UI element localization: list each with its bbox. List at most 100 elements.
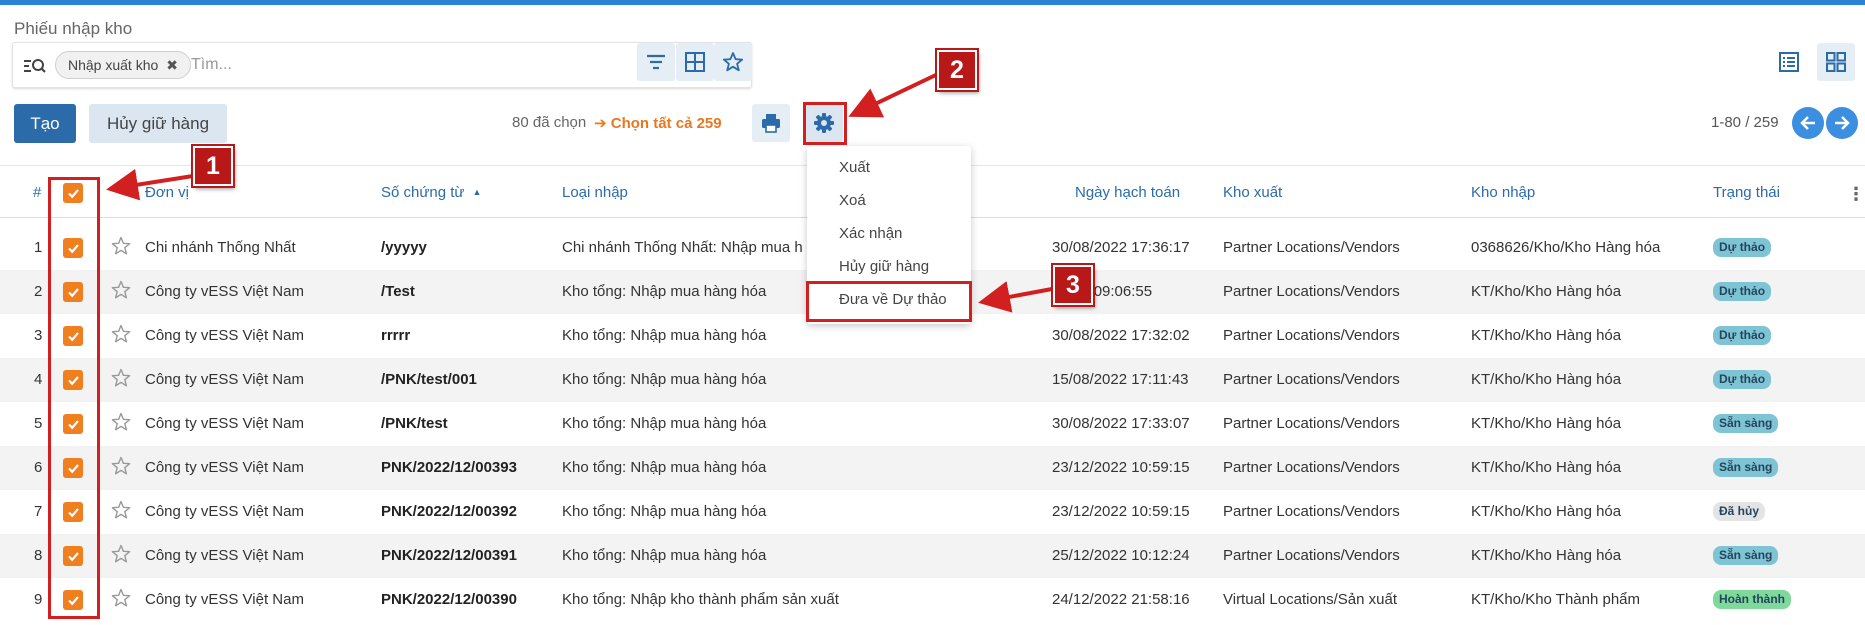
favorite-star-icon[interactable] bbox=[111, 236, 131, 256]
select-all-link[interactable]: ➔ Chọn tất cả 259 bbox=[594, 114, 722, 132]
row-source-warehouse: Partner Locations/Vendors bbox=[1223, 415, 1400, 432]
facet-remove-icon[interactable]: ✖ bbox=[166, 57, 178, 73]
row-import-type: Kho tổng: Nhập mua hàng hóa bbox=[562, 503, 767, 520]
menu-item-cancel-hold[interactable]: Hủy giữ hàng bbox=[839, 258, 929, 275]
row-index: 8 bbox=[34, 547, 43, 564]
status-badge: Dự thảo bbox=[1713, 282, 1772, 301]
row-source-warehouse: Virtual Locations/Sản xuất bbox=[1223, 591, 1398, 608]
list-view-icon bbox=[1779, 52, 1799, 72]
favorite-star-icon[interactable] bbox=[111, 588, 131, 608]
row-import-type: Kho tổng: Nhập mua hàng hóa bbox=[562, 327, 767, 344]
search-icon[interactable] bbox=[23, 56, 47, 76]
kanban-view-button[interactable] bbox=[1817, 43, 1855, 81]
pager-next-button[interactable] bbox=[1826, 107, 1858, 139]
status-badge: Đã hủy bbox=[1713, 502, 1766, 521]
column-doc-no[interactable]: Số chứng từ ▲ bbox=[381, 184, 481, 201]
row-doc-no: PNK/2022/12/00392 bbox=[381, 503, 517, 520]
list-view-button[interactable] bbox=[1770, 43, 1808, 81]
menu-item-delete[interactable]: Xoá bbox=[839, 192, 866, 209]
row-dest-warehouse: KT/Kho/Kho Hàng hóa bbox=[1471, 415, 1622, 432]
row-unit: Công ty vESS Việt Nam bbox=[145, 503, 304, 520]
status-badge: Sẵn sàng bbox=[1713, 458, 1779, 477]
row-unit: Công ty vESS Việt Nam bbox=[145, 371, 304, 388]
filter-button[interactable] bbox=[637, 43, 675, 81]
table-row[interactable]: 7 Công ty vESS Việt Nam PNK/2022/12/00392 K… bbox=[0, 490, 1865, 534]
row-unit: Công ty vESS Việt Nam bbox=[145, 283, 304, 300]
row-unit: Chi nhánh Thống Nhất bbox=[145, 239, 296, 256]
row-index: 2 bbox=[34, 283, 43, 300]
page-title: Phiếu nhập kho bbox=[14, 19, 133, 38]
table-row[interactable]: 5 Công ty vESS Việt Nam/PNK/test Kho tổng:… bbox=[0, 402, 1865, 446]
row-doc-no: /Test bbox=[381, 283, 415, 300]
table-row[interactable]: 9 Công ty vESS Việt Nam PNK/2022/12/00390 K… bbox=[0, 578, 1865, 622]
row-index: 1 bbox=[34, 239, 43, 256]
column-unit[interactable]: Đơn vị bbox=[145, 184, 189, 201]
cancel-hold-button[interactable]: Hủy giữ hàng bbox=[89, 104, 227, 143]
row-doc-no: /PNK/test bbox=[381, 415, 448, 432]
favorite-star-icon[interactable] bbox=[111, 500, 131, 520]
favorite-star-icon[interactable] bbox=[111, 456, 131, 476]
row-index: 6 bbox=[34, 459, 43, 476]
top-accent-bar bbox=[0, 0, 1865, 5]
search-facet[interactable]: Nhập xuất kho ✖ bbox=[55, 51, 192, 79]
row-unit: Công ty vESS Việt Nam bbox=[145, 591, 304, 608]
arrow-right-icon bbox=[1835, 116, 1850, 130]
table-row[interactable]: 4 Công ty vESS Việt Nam/PNK/test/001 Kho t… bbox=[0, 358, 1865, 402]
row-posting-date: 30/08/2022 17:33:07 bbox=[1052, 415, 1190, 432]
row-doc-no: PNK/2022/12/00393 bbox=[381, 459, 517, 476]
row-dest-warehouse: KT/Kho/Kho Hàng hóa bbox=[1471, 283, 1622, 300]
favorite-star-icon[interactable] bbox=[111, 368, 131, 388]
pager-previous-button[interactable] bbox=[1792, 107, 1824, 139]
favorite-star-icon[interactable] bbox=[111, 544, 131, 564]
column-import-type[interactable]: Loại nhập bbox=[562, 184, 628, 201]
row-source-warehouse: Partner Locations/Vendors bbox=[1223, 503, 1400, 520]
printer-icon bbox=[762, 114, 780, 133]
row-source-warehouse: Partner Locations/Vendors bbox=[1223, 371, 1400, 388]
row-dest-warehouse: KT/Kho/Kho Thành phẩm bbox=[1471, 591, 1640, 608]
group-by-button[interactable] bbox=[676, 43, 714, 81]
row-dest-warehouse: KT/Kho/Kho Hàng hóa bbox=[1471, 503, 1622, 520]
column-options-icon[interactable]: ⋮ bbox=[1847, 184, 1865, 205]
row-import-type: Kho tổng: Nhập mua hàng hóa bbox=[562, 371, 767, 388]
status-badge: Dự thảo bbox=[1713, 370, 1772, 389]
row-index: 7 bbox=[34, 503, 43, 520]
column-index: # bbox=[33, 184, 42, 201]
table-row[interactable]: 8 Công ty vESS Việt Nam PNK/2022/12/00391 K… bbox=[0, 534, 1865, 578]
menu-item-export[interactable]: Xuất bbox=[839, 159, 870, 176]
facet-label: Nhập xuất kho bbox=[68, 57, 159, 73]
row-posting-date: 15/08/2022 17:11:43 bbox=[1052, 371, 1189, 388]
column-dest-warehouse[interactable]: Kho nhập bbox=[1471, 184, 1535, 201]
row-index: 5 bbox=[34, 415, 43, 432]
row-dest-warehouse: KT/Kho/Kho Hàng hóa bbox=[1471, 547, 1622, 564]
filter-icon bbox=[647, 54, 665, 70]
row-index: 4 bbox=[34, 371, 43, 388]
column-source-warehouse[interactable]: Kho xuất bbox=[1223, 184, 1282, 201]
favorites-button[interactable] bbox=[714, 43, 752, 81]
favorite-star-icon[interactable] bbox=[111, 324, 131, 344]
row-posting-date: 30/08/2022 17:36:17 bbox=[1052, 239, 1190, 256]
column-posting-date[interactable]: Ngày hạch toán bbox=[1075, 184, 1180, 201]
row-unit: Công ty vESS Việt Nam bbox=[145, 459, 304, 476]
print-button[interactable] bbox=[752, 104, 790, 142]
row-source-warehouse: Partner Locations/Vendors bbox=[1223, 327, 1400, 344]
row-source-warehouse: Partner Locations/Vendors bbox=[1223, 283, 1400, 300]
annotation-box-reset-draft bbox=[806, 281, 972, 322]
arrow-2 bbox=[848, 71, 941, 118]
row-dest-warehouse: KT/Kho/Kho Hàng hóa bbox=[1471, 371, 1622, 388]
row-dest-warehouse: KT/Kho/Kho Hàng hóa bbox=[1471, 459, 1622, 476]
favorite-star-icon[interactable] bbox=[111, 412, 131, 432]
column-status[interactable]: Trạng thái bbox=[1713, 184, 1780, 201]
status-badge: Dự thảo bbox=[1713, 326, 1772, 345]
menu-item-confirm[interactable]: Xác nhận bbox=[839, 225, 902, 242]
row-source-warehouse: Partner Locations/Vendors bbox=[1223, 459, 1400, 476]
row-source-warehouse: Partner Locations/Vendors bbox=[1223, 239, 1400, 256]
row-import-type: Kho tổng: Nhập mua hàng hóa bbox=[562, 415, 767, 432]
pager-value[interactable]: 1-80 / 259 bbox=[1711, 114, 1779, 131]
table-row[interactable]: 6 Công ty vESS Việt Nam PNK/2022/12/00393 K… bbox=[0, 446, 1865, 490]
row-posting-date: 23/12/2022 10:59:15 bbox=[1052, 503, 1190, 520]
row-source-warehouse: Partner Locations/Vendors bbox=[1223, 547, 1400, 564]
row-posting-date: 24/12/2022 21:58:16 bbox=[1052, 591, 1190, 608]
favorite-star-icon[interactable] bbox=[111, 280, 131, 300]
create-button[interactable]: Tạo bbox=[14, 104, 76, 143]
status-badge: Sẵn sàng bbox=[1713, 546, 1779, 565]
